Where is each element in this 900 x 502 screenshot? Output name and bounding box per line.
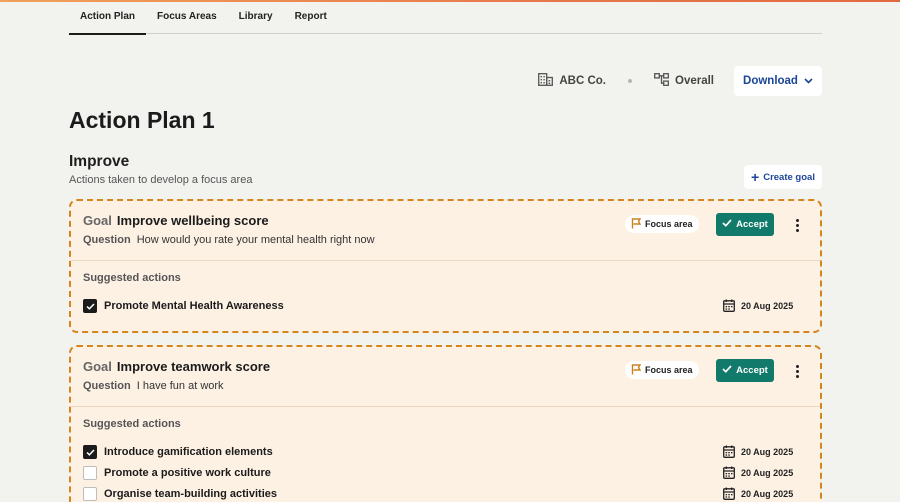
section-subtitle: Actions taken to develop a focus area [69,174,253,186]
check-icon [722,365,736,376]
page-title: Action Plan 1 [69,107,215,133]
action-label: Organise team-building activities [104,488,277,500]
tab-report[interactable]: Report [284,0,338,34]
question-text: I have fun at work [136,380,224,392]
tab-focus-areas[interactable]: Focus Areas [146,0,228,34]
action-item: Introduce gamification elements 20 Aug 2… [83,443,801,461]
scope-selector[interactable]: Overall [654,73,714,89]
calendar-icon [723,487,741,502]
action-item: Promote Mental Health Awareness 20 Aug 2… [83,297,801,315]
accept-label: Accept [736,219,768,230]
focus-area-label: Focus area [645,365,693,375]
action-checkbox[interactable] [83,487,97,501]
action-label: Introduce gamification elements [104,446,273,458]
chevron-down-icon [798,75,813,87]
action-label: Promote a positive work culture [104,467,271,479]
separator-dot [628,79,632,83]
calendar-icon [723,466,741,481]
download-button[interactable]: Download [734,66,822,96]
accept-button[interactable]: Accept [716,359,774,382]
calendar-icon [723,445,741,460]
check-icon [722,219,736,230]
focus-area-badge: Focus area [625,361,699,379]
create-goal-button[interactable]: + Create goal [744,165,822,189]
question-keyword: Question [83,234,131,246]
goal-card: Goal Improve wellbeing score Question Ho… [69,199,822,333]
tab-action-plan[interactable]: Action Plan [69,0,147,35]
question-text: How would you rate your mental health ri… [136,234,375,246]
date-text: 20 Aug 2025 [741,468,794,478]
action-due-date: 20 Aug 2025 [723,299,801,314]
create-goal-label: Create goal [763,171,815,183]
company-name: ABC Co. [559,75,606,87]
company-selector[interactable]: ABC Co. [538,73,606,89]
plus-icon: + [751,169,760,185]
goal-card: Goal Improve teamwork score Question I h… [69,345,822,502]
action-item: Organise team-building activities 20 Aug… [83,485,801,502]
goal-keyword: Goal [83,213,112,228]
suggested-actions-title: Suggested actions [83,272,181,284]
goal-header: Goal Improve teamwork score Question I h… [71,347,820,407]
accept-label: Accept [736,365,768,376]
focus-area-label: Focus area [645,219,693,229]
action-due-date: 20 Aug 2025 [723,466,801,481]
tab-library[interactable]: Library [228,0,284,34]
action-item: Promote a positive work culture 20 Aug 2… [83,464,801,482]
goal-keyword: Goal [83,359,112,374]
date-text: 20 Aug 2025 [741,489,794,499]
flag-icon [631,363,645,377]
action-due-date: 20 Aug 2025 [723,445,801,460]
flag-icon [631,217,645,231]
action-checkbox[interactable] [83,445,97,459]
more-options-icon[interactable] [789,214,805,236]
more-options-icon[interactable] [789,360,805,382]
date-text: 20 Aug 2025 [741,447,794,457]
accept-button[interactable]: Accept [716,213,774,236]
action-due-date: 20 Aug 2025 [723,487,801,502]
action-checkbox[interactable] [83,299,97,313]
goal-header: Goal Improve wellbeing score Question Ho… [71,201,820,261]
goal-title: Improve teamwork score [116,359,271,374]
action-checkbox[interactable] [83,466,97,480]
goal-title: Improve wellbeing score [116,213,269,228]
question-keyword: Question [83,380,131,392]
section-title: Improve [69,153,130,170]
calendar-icon [723,299,741,314]
download-label: Download [743,75,798,87]
context-bar: ABC Co. Overall Download [538,66,822,96]
building-icon [538,73,559,89]
suggested-actions-title: Suggested actions [83,418,181,430]
focus-area-badge: Focus area [625,215,699,233]
action-label: Promote Mental Health Awareness [104,300,284,312]
scope-name: Overall [675,75,714,87]
tab-bar: Action Plan Focus Areas Library Report [69,0,822,35]
date-text: 20 Aug 2025 [741,301,794,311]
hierarchy-icon [654,73,675,89]
